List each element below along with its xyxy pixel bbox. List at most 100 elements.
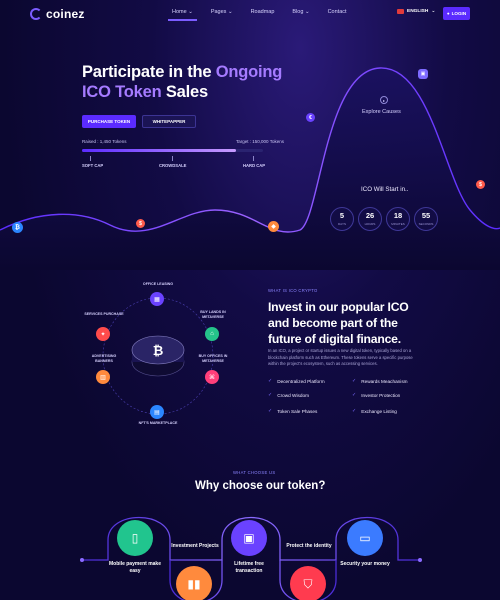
- why-label-protect-identity: Protect the identity: [286, 543, 332, 549]
- check-icon: ✓: [268, 378, 273, 384]
- target-amount: Target : 150,000 Tokens: [236, 139, 284, 144]
- milestone-tick: [90, 156, 91, 161]
- wallet-icon: ▣: [231, 520, 267, 556]
- play-icon[interactable]: ▸: [380, 96, 388, 104]
- feature-item: ✓ Investor Protection: [352, 392, 400, 398]
- feature-label: Rewards Meachanism: [361, 378, 408, 384]
- chevron-down-icon: ⌄: [227, 9, 233, 15]
- feature-item: ✓ Rewards Meachanism: [352, 378, 408, 384]
- bitcoin-icon: ₿: [153, 344, 164, 359]
- ico-start-label: ICO Will Start in..: [361, 186, 409, 193]
- menu-item-home[interactable]: Home ⌄: [168, 9, 197, 21]
- countdown-value: 5: [339, 211, 345, 220]
- menu-label: Pages: [210, 9, 227, 15]
- menu-item-blog[interactable]: Blog ⌄: [292, 9, 309, 15]
- feature-label: Investor Protection: [361, 392, 401, 398]
- coin-icon: $: [136, 219, 145, 228]
- card-icon: ▭: [347, 520, 383, 556]
- countdown-label: SECONDS: [418, 222, 434, 226]
- menu-item-roadmap[interactable]: Roadmap: [251, 9, 275, 15]
- countdown-hours: 26 HOURS: [358, 207, 382, 231]
- menu-item-pages[interactable]: Pages ⌄: [211, 9, 233, 15]
- milestone-tick: [253, 156, 254, 161]
- countdown-minutes: 18 MINUTES: [386, 207, 410, 231]
- menu-item-contact[interactable]: Contact: [328, 9, 347, 15]
- countdown-days: 5 DAYS: [330, 207, 354, 231]
- countdown-seconds: 55 SECONDS: [414, 207, 438, 231]
- login-button[interactable]: ● LOGIN: [443, 7, 470, 20]
- title-highlight: Ongoing: [215, 63, 283, 81]
- language-selector[interactable]: ENGLISH ⌄: [397, 9, 435, 14]
- title-highlight: ICO Token: [82, 83, 162, 101]
- milestone-soft-cap: SOFT CAP: [82, 163, 104, 168]
- why-label-lifetime-free: Lifetime free transaction: [234, 561, 264, 574]
- coin-icon: ▣: [418, 69, 428, 79]
- feature-label: Crowd Wisdom: [277, 392, 309, 398]
- whitepaper-button[interactable]: WHITEPAPPER: [142, 115, 196, 128]
- about-eyebrow: WHAT IS ICO CRYPTO: [268, 288, 318, 293]
- office-icon: ⌘: [205, 370, 219, 384]
- language-label: ENGLISH: [407, 9, 429, 14]
- explore-causes-link[interactable]: Explore Causes: [362, 109, 401, 115]
- menu-label: Home: [172, 9, 187, 15]
- check-icon: ✓: [352, 408, 357, 414]
- check-icon: ✓: [268, 392, 273, 398]
- countdown-label: HOURS: [364, 222, 376, 226]
- coin-icon: €: [306, 113, 315, 122]
- feature-item: ✓ Exchange Listing: [352, 408, 397, 414]
- logo-icon: [30, 8, 42, 20]
- logo[interactable]: coinez: [30, 7, 85, 21]
- title-part: Participate in the: [82, 63, 216, 81]
- why-label-mobile-payment: Mobile payment make easy: [109, 561, 161, 574]
- token-progress-bar: [82, 149, 263, 152]
- title-part: Sales: [161, 83, 208, 101]
- navbar: coinez Home ⌄ Pages ⌄ Roadmap Blog ⌄ Con…: [0, 0, 500, 28]
- raised-amount: Raised : 1,450 Tokens: [82, 139, 127, 144]
- countdown-value: 55: [421, 211, 431, 220]
- progress-fill: [82, 149, 236, 152]
- feature-item: ✓ Decentralized Platform: [268, 378, 325, 384]
- menu-label: Blog: [292, 9, 304, 15]
- check-icon: ✓: [268, 408, 273, 414]
- milestone-tick: [172, 156, 173, 161]
- countdown-label: MINUTES: [391, 222, 405, 226]
- feature-item: ✓ Crowd Wisdom: [268, 392, 309, 398]
- orbit-label-services: SERVICES PURCHASE: [84, 312, 124, 316]
- orbit-label-advertising: ADVERTISING BANNERS: [91, 354, 117, 363]
- coin-icon: $: [476, 180, 485, 189]
- feature-item: ✓ Token Sale Phases: [268, 408, 317, 414]
- coin-icon: ₿: [12, 222, 23, 233]
- countdown-label: DAYS: [338, 222, 346, 226]
- coin-icon: ◆: [268, 221, 279, 232]
- office-leasing-icon: ▦: [150, 292, 164, 306]
- login-label: LOGIN: [451, 11, 467, 16]
- orbit-label-office-leasing: OFFICE LEASING: [142, 282, 174, 286]
- orbit-label-nft-marketplace: NFT'S MARKETPLACE: [138, 421, 178, 425]
- shield-icon: ⛉: [290, 566, 326, 600]
- nft-icon: ▤: [150, 405, 164, 419]
- purchase-token-button[interactable]: PURCHASE TOKEN: [82, 115, 136, 128]
- about-title: Invest in our popular ICO and become par…: [268, 300, 409, 346]
- why-title: Why choose our token?: [195, 480, 326, 492]
- countdown-value: 18: [393, 211, 403, 220]
- why-label-investment: Investment Projects: [171, 543, 219, 549]
- orbit-label-buy-lands: BUY LANDS IN METAVERSE: [200, 310, 226, 319]
- user-icon: ●: [446, 11, 450, 16]
- why-label-security: Security your money: [340, 561, 390, 567]
- check-icon: ✓: [352, 378, 357, 384]
- chevron-down-icon: ⌄: [188, 9, 193, 15]
- check-icon: ✓: [352, 392, 357, 398]
- phone-icon: ▯: [117, 520, 153, 556]
- orbit-label-buy-offices: BUY OFFICES IN METAVERSE: [198, 354, 228, 363]
- hero-title: Participate in the Ongoing ICO Token Sal…: [82, 62, 282, 102]
- feature-label: Exchange Listing: [361, 408, 397, 414]
- why-eyebrow: WHAT CHOOSE US: [233, 470, 276, 475]
- land-icon: ⌂: [205, 327, 219, 341]
- about-description: In an ICO, a project or startup issues a…: [268, 348, 413, 366]
- countdown-value: 26: [365, 211, 375, 220]
- flag-icon: [397, 9, 404, 14]
- milestone-hard-cap: HARD CAP: [243, 163, 266, 168]
- logo-text: coinez: [46, 7, 85, 21]
- chevron-down-icon: ⌄: [304, 9, 310, 15]
- feature-label: Decentralized Platform: [277, 378, 325, 384]
